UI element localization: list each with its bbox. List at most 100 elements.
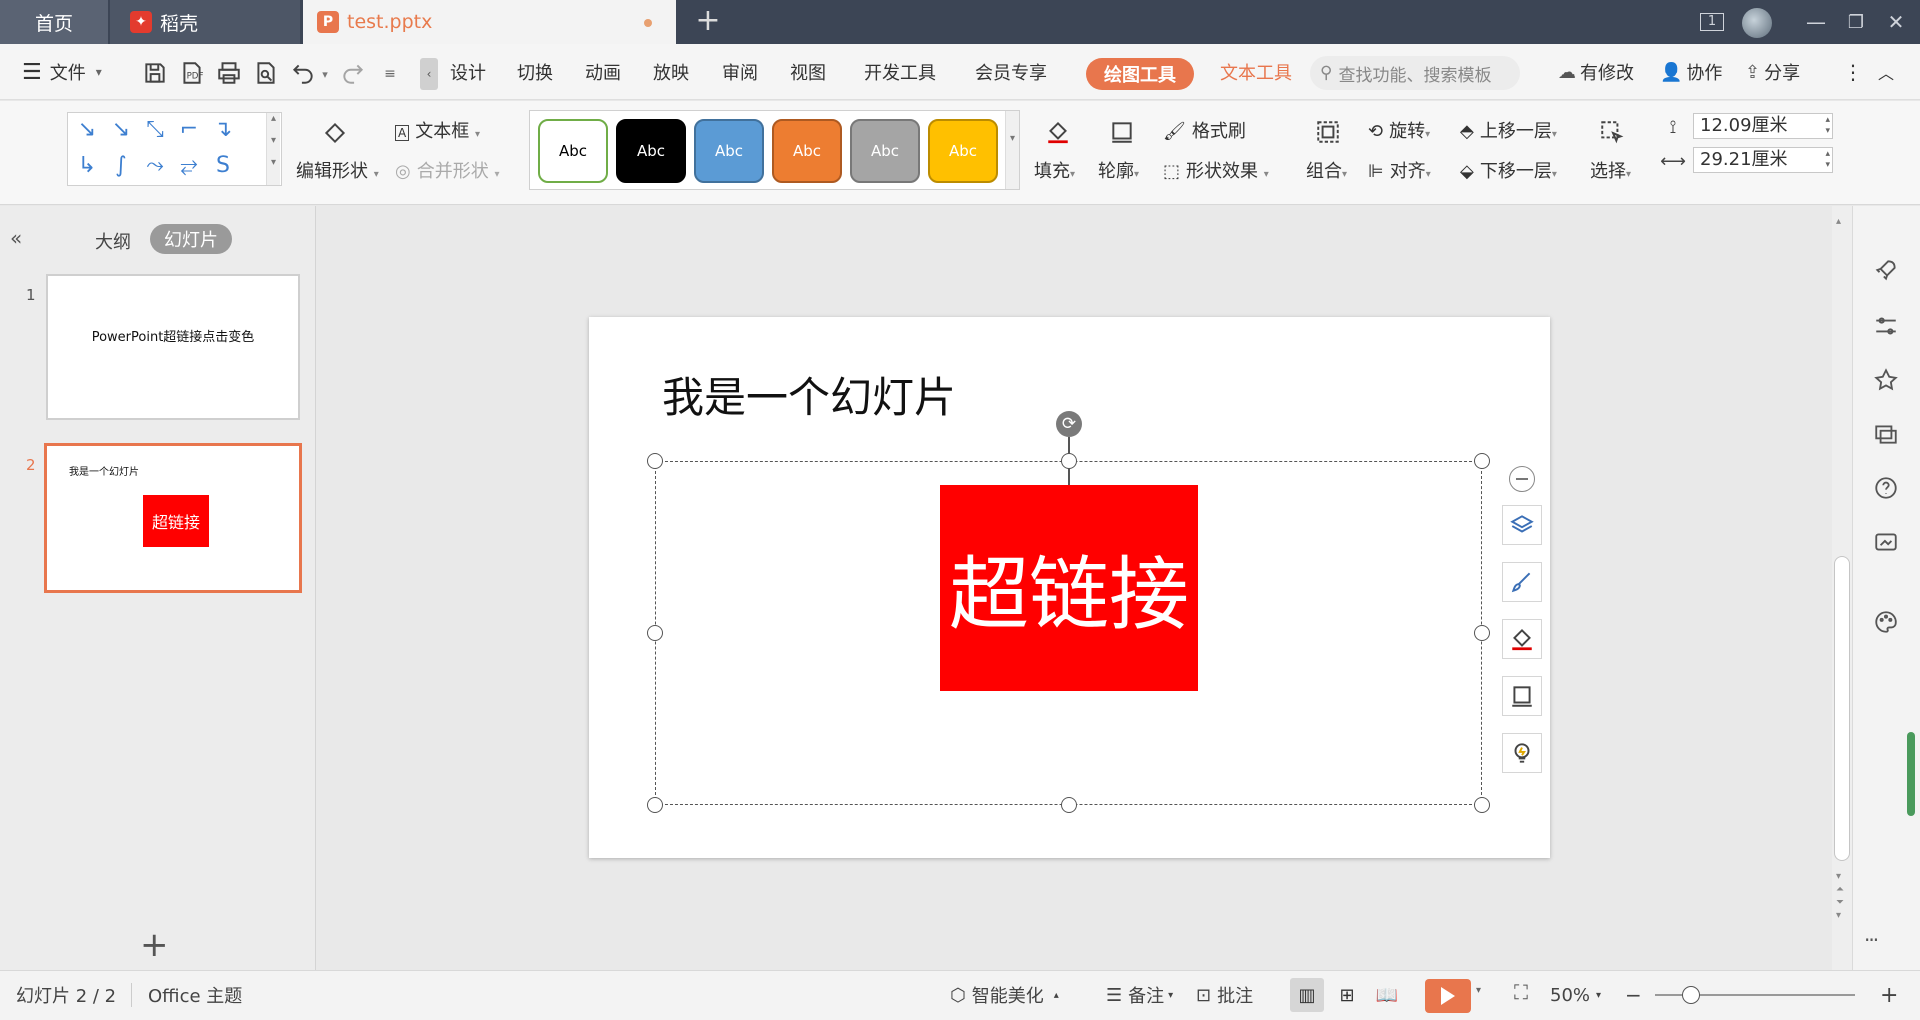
arrow-icon[interactable]: ↘ <box>106 115 136 145</box>
menu-design[interactable]: 设计 <box>450 44 486 100</box>
brush-button[interactable] <box>1502 562 1542 602</box>
resize-handle[interactable] <box>647 453 663 469</box>
menu-slideshow[interactable]: 放映 <box>653 44 689 100</box>
outline-style-button[interactable] <box>1502 676 1542 716</box>
curved-connector-icon[interactable]: ∫ <box>106 151 136 181</box>
bring-forward-button[interactable]: ⬘ 上移一层▾ <box>1460 117 1557 143</box>
curved-arrow-icon[interactable]: ⤳ <box>140 151 170 181</box>
new-tab-button[interactable]: + <box>690 6 726 38</box>
menu-review[interactable]: 审阅 <box>722 44 758 100</box>
select-icon[interactable] <box>1594 114 1630 150</box>
height-input[interactable]: 12.09厘米 ▴ ▾ <box>1693 113 1833 139</box>
shape-style-gallery[interactable]: Abc Abc Abc Abc Abc Abc ▾ <box>529 110 1020 190</box>
text-box-button[interactable]: A 文本框 ▾ <box>395 117 480 143</box>
tab-home[interactable]: 首页 <box>0 0 108 44</box>
tab-drawing-tools[interactable]: 绘图工具 <box>1086 58 1194 90</box>
collapse-float-toolbar-button[interactable] <box>1509 466 1535 492</box>
height-spinner[interactable]: ▴ ▾ <box>1825 115 1830 137</box>
outline-icon[interactable] <box>1104 114 1140 150</box>
play-options-icon[interactable]: ▾ <box>1476 985 1481 996</box>
image-tool-icon[interactable] <box>1870 526 1902 558</box>
smart-beautify-button[interactable]: ⬡ 智能美化 ▴ <box>950 970 1059 1020</box>
sidebar-scroll-indicator[interactable] <box>1907 732 1915 816</box>
scroll-down-icon[interactable]: ▾ ⏶ ⏷ ▾ <box>1836 870 1844 922</box>
tab-test-pptx[interactable]: P test.pptx <box>303 0 676 44</box>
style-swatch[interactable]: Abc <box>694 119 764 183</box>
double-arrow-icon[interactable]: ⤡ <box>140 115 170 145</box>
scroll-up-icon[interactable]: ▴ <box>1836 216 1841 227</box>
add-slide-button[interactable]: + <box>140 928 169 962</box>
theme-name[interactable]: Office 主题 <box>148 970 242 1020</box>
slide-thumbnail-1[interactable]: PowerPoint超链接点击变色 <box>46 274 300 420</box>
resize-handle[interactable] <box>1474 453 1490 469</box>
elbow-double-arrow-icon[interactable]: ↳ <box>72 151 102 181</box>
style-swatch[interactable]: Abc <box>772 119 842 183</box>
slide-sorter-icon[interactable]: ⊞ <box>1330 978 1364 1012</box>
resize-handle[interactable] <box>647 625 663 641</box>
shape-effects-button[interactable]: ⬚ 形状效果 ▾ <box>1163 157 1269 183</box>
style-swatch[interactable]: Abc <box>616 119 686 183</box>
page-indicator-button[interactable]: 1 <box>1696 8 1728 36</box>
restore-button[interactable]: ❐ <box>1840 8 1872 36</box>
resize-handle[interactable] <box>1474 797 1490 813</box>
undo-icon[interactable] <box>288 58 318 88</box>
slide-title[interactable]: 我是一个幻灯片 <box>662 364 956 425</box>
menu-transition[interactable]: 切换 <box>517 44 553 100</box>
rocket-icon[interactable] <box>1870 254 1902 286</box>
fill-button[interactable]: 填充▾ <box>1034 157 1075 183</box>
outline-button[interactable]: 轮廓▾ <box>1098 157 1139 183</box>
scrollbar-thumb[interactable] <box>1834 556 1850 861</box>
resize-handle[interactable] <box>1061 797 1077 813</box>
style-swatch[interactable]: Abc <box>850 119 920 183</box>
group-icon[interactable] <box>1310 114 1346 150</box>
more-options-icon[interactable]: ⋮ <box>1843 44 1863 100</box>
edit-shape-icon[interactable] <box>316 114 354 152</box>
send-backward-button[interactable]: ⬙ 下移一层▾ <box>1460 157 1557 183</box>
slide-switch-icon[interactable] <box>1870 418 1902 450</box>
customize-toolbar-icon[interactable]: ≡ <box>380 62 400 86</box>
smart-idea-button[interactable] <box>1502 733 1542 773</box>
select-button[interactable]: 选择▾ <box>1590 157 1631 183</box>
curved-double-arrow-icon[interactable]: ⥂ <box>174 151 204 181</box>
freeform-curve-icon[interactable]: S <box>208 151 238 181</box>
group-button[interactable]: 组合▾ <box>1306 157 1347 183</box>
has-changes-button[interactable]: ☁ 有修改 <box>1558 44 1634 100</box>
width-input[interactable]: 29.21厘米 ▴ ▾ <box>1693 147 1833 173</box>
search-input[interactable]: ⚲ 查找功能、搜索模板 <box>1310 56 1520 90</box>
close-button[interactable]: ✕ <box>1880 8 1912 36</box>
export-pdf-icon[interactable]: PDF <box>177 58 207 88</box>
rotate-button[interactable]: ⟲ 旋转▾ <box>1368 117 1430 143</box>
notes-button[interactable]: ☰ 备注 ▾ <box>1106 970 1173 1020</box>
tab-outline[interactable]: 大纲 <box>95 228 131 254</box>
file-menu[interactable]: ☰ 文件 ▾ <box>22 44 102 100</box>
comments-button[interactable]: ⊡ 批注 <box>1196 970 1253 1020</box>
print-icon[interactable] <box>214 58 244 88</box>
help-icon[interactable] <box>1870 472 1902 504</box>
menu-member[interactable]: 会员专享 <box>975 44 1047 100</box>
minimize-button[interactable]: — <box>1800 8 1832 36</box>
zoom-slider-knob[interactable] <box>1682 986 1700 1004</box>
resize-handle[interactable] <box>647 797 663 813</box>
scroll-left-icon[interactable]: ‹ <box>420 58 438 90</box>
line-shapes-gallery[interactable]: ↘ ↘ ⤡ ⌐ ↴ ↳ ∫ ⤳ ⥂ S ▴ ▾ ▾ <box>67 112 282 186</box>
style-swatch[interactable]: Abc <box>538 119 608 183</box>
width-spinner[interactable]: ▴ ▾ <box>1825 149 1830 171</box>
menu-developer[interactable]: 开发工具 <box>864 44 936 100</box>
align-button[interactable]: ⊫ 对齐▾ <box>1368 157 1431 183</box>
hyperlink-box[interactable]: 超链接 <box>940 485 1198 691</box>
fill-color-button[interactable] <box>1502 619 1542 659</box>
menu-view[interactable]: 视图 <box>790 44 826 100</box>
tab-daoke[interactable]: ✦ 稻壳 <box>110 0 300 44</box>
reading-view-icon[interactable]: 📖 <box>1370 978 1404 1012</box>
resize-handle[interactable] <box>1474 625 1490 641</box>
style-gallery-scroll[interactable]: ▾ <box>1005 111 1019 189</box>
layers-button[interactable] <box>1502 505 1542 545</box>
share-button[interactable]: ⇪ 分享 <box>1745 44 1800 100</box>
redo-icon[interactable] <box>338 58 368 88</box>
tab-slides[interactable]: 幻灯片 <box>150 224 232 254</box>
elbow-connector-icon[interactable]: ⌐ <box>174 115 204 145</box>
normal-view-icon[interactable]: ▥ <box>1290 978 1324 1012</box>
elbow-arrow-icon[interactable]: ↴ <box>208 115 238 145</box>
rotate-handle-icon[interactable]: ⟳ <box>1056 411 1082 437</box>
merge-shape-button[interactable]: ◎ 合并形状 ▾ <box>395 157 499 183</box>
